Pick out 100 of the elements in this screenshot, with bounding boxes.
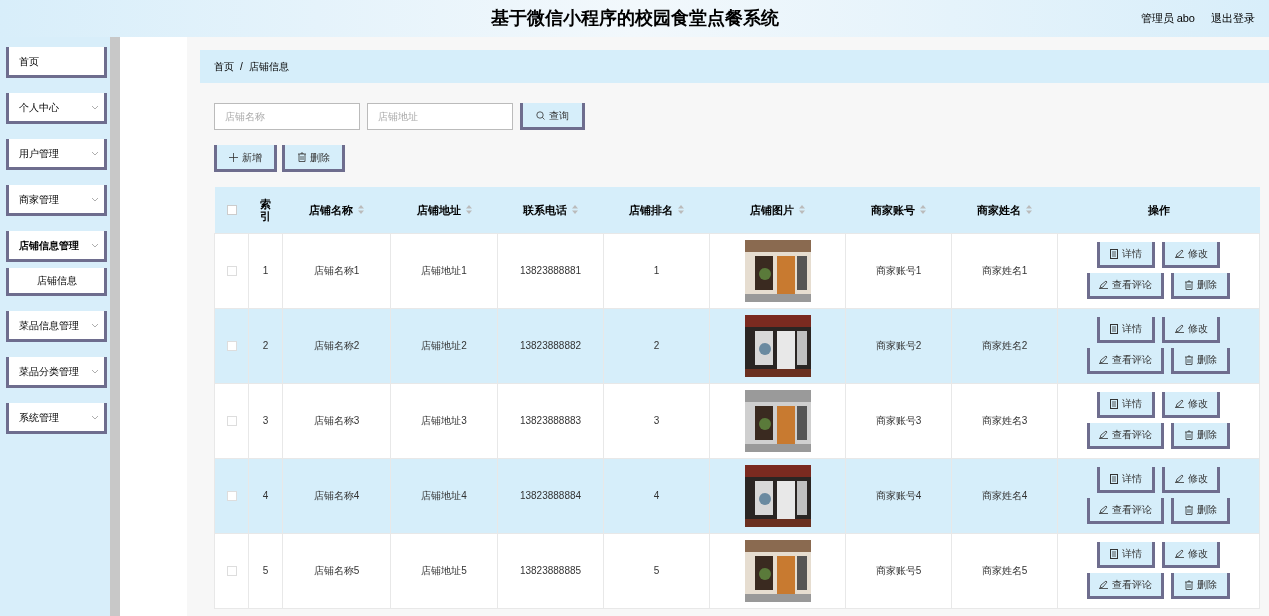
table-cell: 店铺地址3 [421, 415, 467, 426]
sidebar-item[interactable]: 菜品信息管理 [6, 311, 107, 342]
column-header[interactable]: 商家姓名 [951, 187, 1058, 233]
table-cell: 13823888885 [519, 565, 582, 576]
table-cell: 店铺名称3 [313, 415, 360, 426]
select-all-checkbox[interactable] [226, 204, 237, 215]
table-cell: 商家姓名3 [981, 415, 1028, 426]
row-checkbox[interactable] [226, 265, 237, 276]
add-button[interactable]: 新增 [214, 145, 277, 172]
table-cell: 商家姓名1 [981, 265, 1028, 276]
table-cell: 商家账号2 [875, 340, 922, 351]
detail-button[interactable]: 详情 [1097, 467, 1155, 493]
delete-button[interactable]: 删除 [1171, 573, 1230, 599]
column-header[interactable]: 店铺地址 [390, 187, 498, 233]
table-cell: 13823888883 [519, 415, 582, 426]
table-cell: 13823888884 [519, 490, 582, 501]
trash-icon [1184, 354, 1193, 365]
row-checkbox[interactable] [226, 565, 237, 576]
document-icon [1110, 323, 1118, 334]
pencil-icon [1174, 474, 1184, 483]
trash-icon [1184, 579, 1193, 590]
plus-icon [229, 152, 238, 162]
edit-button[interactable]: 修改 [1162, 467, 1220, 493]
table-cell: 店铺地址4 [421, 490, 467, 501]
pencil-icon [1099, 280, 1108, 289]
pencil-icon [1099, 355, 1108, 364]
row-checkbox[interactable] [226, 490, 237, 501]
pencil-icon [1099, 430, 1108, 439]
edit-button[interactable]: 修改 [1162, 317, 1220, 343]
search-field[interactable]: 店铺名称 [214, 103, 360, 130]
scrollbar[interactable] [110, 37, 120, 616]
row-checkbox[interactable] [226, 415, 237, 426]
table-cell: 店铺名称2 [313, 340, 360, 351]
edit-button[interactable]: 查看评论 [1087, 573, 1164, 599]
table-cell: 店铺名称4 [313, 490, 360, 501]
table-cell: 商家姓名5 [981, 565, 1028, 576]
column-header[interactable]: 店铺排名 [603, 187, 710, 233]
detail-button[interactable]: 详情 [1097, 392, 1155, 418]
table-cell: 店铺名称1 [313, 265, 360, 276]
admin-name: 管理员 abo [1140, 11, 1195, 27]
sidebar-item[interactable]: 系统管理 [6, 403, 107, 434]
sidebar-item[interactable]: 菜品分类管理 [6, 357, 107, 388]
breadcrumb-item[interactable]: 店铺信息 [248, 59, 289, 74]
pencil-icon [1174, 249, 1184, 258]
table-cell: 商家账号3 [875, 415, 922, 426]
delete-button[interactable]: 删除 [1171, 498, 1230, 524]
table-cell: 商家姓名2 [981, 340, 1028, 351]
edit-button[interactable]: 查看评论 [1087, 273, 1164, 299]
detail-button[interactable]: 详情 [1097, 317, 1155, 343]
detail-button[interactable]: 详情 [1097, 242, 1155, 268]
delete-button[interactable]: 删除 [1171, 348, 1230, 374]
table-cell: 店铺名称5 [313, 565, 360, 576]
search-icon [536, 110, 545, 120]
sidebar-subitem[interactable]: 店铺信息 [6, 268, 107, 296]
pencil-icon [1099, 505, 1108, 514]
sidebar-item[interactable]: 商家管理 [6, 185, 107, 216]
edit-button[interactable]: 查看评论 [1087, 498, 1164, 524]
breadcrumb-item[interactable]: 首页 [214, 59, 234, 74]
table-cell: 店铺地址5 [421, 565, 467, 576]
edit-button[interactable]: 查看评论 [1087, 348, 1164, 374]
table-cell: 店铺地址1 [421, 265, 467, 276]
search-field[interactable]: 店铺地址 [367, 103, 513, 130]
table-cell: 2 [262, 340, 269, 351]
column-header[interactable]: 联系电话 [497, 187, 604, 233]
trash-icon [1184, 279, 1193, 290]
table-cell: 4 [262, 490, 269, 501]
delete-button[interactable]: 删除 [1171, 423, 1230, 449]
trash-icon [1184, 504, 1193, 515]
column-header: 操作 [1057, 187, 1260, 233]
delete-button[interactable]: 删除 [282, 145, 345, 172]
delete-button[interactable]: 删除 [1171, 273, 1230, 299]
edit-button[interactable]: 修改 [1162, 392, 1220, 418]
document-icon [1110, 398, 1118, 409]
trash-icon [1184, 429, 1193, 440]
table-cell: 1 [653, 265, 660, 276]
edit-button[interactable]: 修改 [1162, 242, 1220, 268]
pencil-icon [1174, 549, 1184, 558]
detail-button[interactable]: 详情 [1097, 542, 1155, 568]
table-cell: 5 [653, 565, 660, 576]
table-cell: 4 [653, 490, 660, 501]
column-header: 索引 [248, 187, 283, 233]
table-cell: 1 [262, 265, 269, 276]
sidebar-item[interactable]: 店铺信息管理 [6, 231, 107, 262]
sidebar-item[interactable]: 首页 [6, 47, 107, 78]
logout-link[interactable]: 退出登录 [1211, 10, 1255, 27]
sidebar-item[interactable]: 个人中心 [6, 93, 107, 124]
edit-button[interactable]: 查看评论 [1087, 423, 1164, 449]
table-cell: 商家账号5 [875, 565, 922, 576]
search-button[interactable]: 查询 [520, 103, 585, 130]
row-checkbox[interactable] [226, 340, 237, 351]
column-header[interactable]: 店铺图片 [709, 187, 846, 233]
table-cell: 商家账号4 [875, 490, 922, 501]
column-header[interactable]: 店铺名称 [282, 187, 391, 233]
sidebar-item[interactable]: 用户管理 [6, 139, 107, 170]
pencil-icon [1174, 324, 1184, 333]
breadcrumb-item: / [240, 60, 243, 74]
table-cell: 商家账号1 [875, 265, 922, 276]
edit-button[interactable]: 修改 [1162, 542, 1220, 568]
pencil-icon [1099, 580, 1108, 589]
column-header[interactable]: 商家账号 [845, 187, 952, 233]
